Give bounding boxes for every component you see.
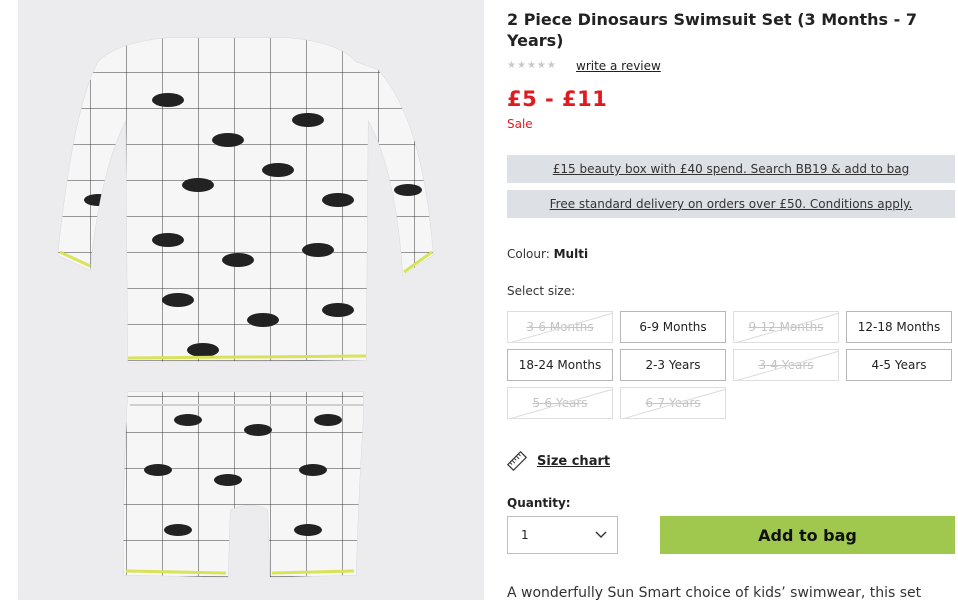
write-review-link[interactable]: write a review — [576, 59, 661, 73]
size-option-12-18-months[interactable]: 12-18 Months — [846, 311, 952, 343]
size-chart-label: Size chart — [537, 453, 611, 469]
add-to-bag-button[interactable]: Add to bag — [660, 516, 955, 554]
size-option-18-24-months[interactable]: 18-24 Months — [507, 349, 613, 381]
chevron-down-icon — [595, 531, 607, 538]
rating-stars: ★ ★ ★ ★ ★ — [507, 61, 556, 71]
promo-banner-beauty-box[interactable]: £15 beauty box with £40 spend. Search BB… — [507, 155, 955, 183]
ruler-icon — [507, 451, 527, 471]
colour-row: Colour: Multi — [507, 247, 588, 261]
price: £5 - £11 — [507, 87, 608, 111]
star-icon: ★ — [516, 60, 526, 71]
star-icon: ★ — [536, 60, 546, 71]
star-icon: ★ — [546, 60, 556, 71]
product-description: A wonderfully Sun Smart choice of kids’ … — [507, 585, 922, 601]
colour-value: Multi — [553, 247, 589, 261]
size-option-3-6-months[interactable]: 3-6 Months — [507, 311, 613, 343]
size-option-9-12-months[interactable]: 9-12 Months — [733, 311, 839, 343]
swimsuit-image — [57, 37, 434, 578]
sale-label: Sale — [507, 117, 533, 131]
star-icon: ★ — [526, 60, 536, 71]
quantity-select[interactable]: 1 — [507, 516, 618, 554]
size-chart-link[interactable]: Size chart — [507, 451, 610, 471]
colour-label: Colour: — [507, 247, 550, 261]
promo-banner-free-delivery[interactable]: Free standard delivery on orders over £5… — [507, 190, 955, 218]
size-option-2-3-years[interactable]: 2-3 Years — [620, 349, 726, 381]
size-options: 3-6 Months 6-9 Months 9-12 Months 12-18 … — [507, 311, 955, 421]
size-option-6-9-months[interactable]: 6-9 Months — [620, 311, 726, 343]
size-option-5-6-years[interactable]: 5-6 Years — [507, 387, 613, 419]
quantity-value: 1 — [521, 528, 529, 542]
star-icon: ★ — [507, 60, 516, 71]
product-image[interactable] — [18, 0, 484, 600]
size-option-3-4-years[interactable]: 3-4 Years — [733, 349, 839, 381]
size-option-6-7-years[interactable]: 6-7 Years — [620, 387, 726, 419]
product-title: 2 Piece Dinosaurs Swimsuit Set (3 Months… — [507, 10, 917, 50]
size-option-4-5-years[interactable]: 4-5 Years — [846, 349, 952, 381]
quantity-label: Quantity: — [507, 496, 571, 510]
select-size-label: Select size: — [507, 284, 576, 298]
